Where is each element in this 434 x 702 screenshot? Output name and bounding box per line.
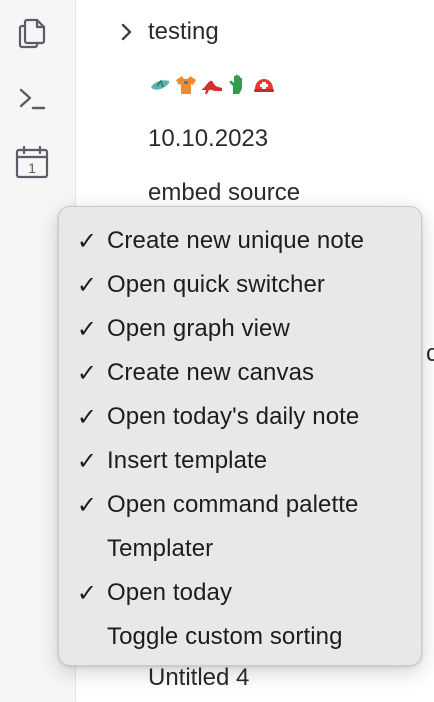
menu-item-toggle-custom-sorting[interactable]: Toggle custom sorting: [59, 615, 421, 659]
checkmark-icon: ✓: [76, 315, 98, 343]
file-item-date-note[interactable]: 10.10.2023: [76, 117, 434, 161]
terminal-icon: [19, 88, 46, 110]
copy-files-icon: [18, 18, 46, 49]
checkmark-icon: ✓: [76, 359, 98, 387]
file-item-emoji-note[interactable]: [76, 63, 434, 107]
menu-item-label: Open today's daily note: [107, 403, 360, 430]
menu-item-open-quick-switcher[interactable]: ✓ Open quick switcher: [59, 263, 421, 307]
emoji-title: [148, 73, 276, 97]
calendar-day-number: 1: [28, 160, 36, 176]
checkmark-icon: ✓: [76, 447, 98, 475]
calendar-button[interactable]: 1: [10, 140, 54, 184]
menu-item-open-graph-view[interactable]: ✓ Open graph view: [59, 307, 421, 351]
terminal-button[interactable]: [10, 76, 54, 120]
menu-item-open-today[interactable]: ✓ Open today: [59, 571, 421, 615]
menu-item-label: Insert template: [107, 447, 268, 474]
calendar-icon: 1: [15, 145, 49, 179]
rescue-helmet-icon: [254, 79, 274, 92]
checkmark-icon: ✓: [76, 227, 98, 255]
glove-icon: [229, 74, 242, 94]
file-label: embed source: [148, 179, 301, 206]
flip-flop-icon: [151, 79, 170, 90]
menu-item-templater[interactable]: Templater: [59, 527, 421, 571]
menu-item-label: Open graph view: [107, 315, 290, 342]
file-label: Untitled 4: [148, 664, 250, 691]
menu-item-label: Open quick switcher: [107, 271, 325, 298]
file-label: 10.10.2023: [148, 125, 269, 152]
folder-item-testing[interactable]: testing: [76, 10, 434, 54]
checkmark-icon: ✓: [76, 491, 98, 519]
menu-item-create-new-unique-note[interactable]: ✓ Create new unique note: [59, 219, 421, 263]
menu-item-label: Create new canvas: [107, 359, 315, 386]
menu-item-open-todays-daily-note[interactable]: ✓ Open today's daily note: [59, 395, 421, 439]
checkmark-icon: ✓: [76, 579, 98, 607]
menu-item-label: Create new unique note: [107, 227, 365, 254]
menu-item-label: Templater: [107, 535, 214, 562]
chevron-right-icon[interactable]: [114, 20, 138, 44]
copy-files-button[interactable]: [10, 10, 54, 54]
menu-item-label: Open command palette: [107, 491, 359, 518]
folder-label: testing: [148, 18, 219, 45]
menu-item-open-command-palette[interactable]: ✓ Open command palette: [59, 483, 421, 527]
checkmark-icon: ✓: [76, 403, 98, 431]
menu-item-label: Toggle custom sorting: [107, 623, 343, 650]
partially-hidden-text: c: [426, 340, 434, 367]
menu-item-insert-template[interactable]: ✓ Insert template: [59, 439, 421, 483]
app-window: 1 testing 10.10.2023 embed source Untitl…: [0, 0, 434, 702]
checkmark-icon: ✓: [76, 271, 98, 299]
ribbon-context-menu: ✓ Create new unique note ✓ Open quick sw…: [58, 206, 422, 666]
menu-item-create-new-canvas[interactable]: ✓ Create new canvas: [59, 351, 421, 395]
shirt-icon: [176, 76, 196, 94]
menu-item-label: Open today: [107, 579, 233, 606]
high-heel-icon: [202, 80, 222, 94]
